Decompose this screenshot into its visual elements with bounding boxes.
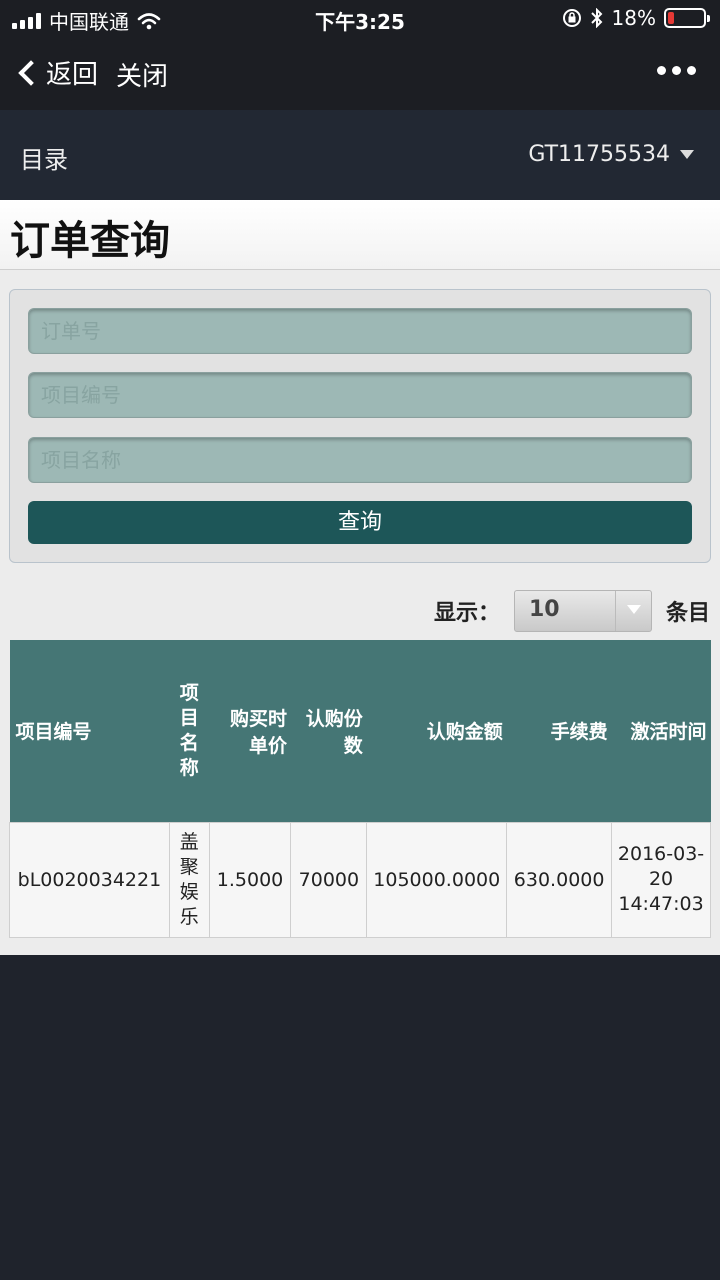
cell-amount: 105000.0000 [366, 821, 508, 938]
back-label: 返回 [46, 60, 99, 90]
col-project-name[interactable]: 项目名称 [169, 640, 210, 822]
status-right: 18% [562, 6, 710, 30]
nav-bar: 返回 关闭 [0, 36, 720, 110]
battery-level [668, 12, 674, 24]
chevron-left-icon [18, 59, 44, 86]
cell-shares: 70000 [290, 821, 368, 938]
table-header-row: 项目编号 项目名称 购买时单价 认购份数 认购金额 手续费 激活时间 [9, 640, 711, 822]
unit-label: 条目 [665, 601, 710, 626]
account-dropdown[interactable]: GT11755534 [528, 142, 694, 167]
col-fee[interactable]: 手续费 [506, 640, 612, 822]
menu-button[interactable]: 目录 [20, 140, 68, 175]
page-size-value: 10 [528, 597, 560, 622]
select-caret-icon [614, 591, 651, 631]
page-size-select[interactable]: 10 [513, 590, 652, 632]
account-id: GT11755534 [528, 142, 670, 167]
col-amount[interactable]: 认购金额 [366, 640, 507, 822]
battery-icon [664, 8, 710, 28]
query-button[interactable]: 查询 [28, 501, 692, 544]
show-label: 显示： [433, 601, 500, 626]
status-bar: 中国联通 下午3:25 18% [0, 0, 720, 36]
order-number-input[interactable] [28, 308, 692, 354]
rotation-lock-icon [562, 9, 581, 27]
bluetooth-icon [590, 8, 602, 28]
app-header: 目录 GT11755534 [0, 110, 720, 200]
project-name-input[interactable] [28, 437, 692, 483]
battery-percent: 18% [611, 6, 656, 30]
caret-down-icon [680, 150, 694, 159]
search-form: 查询 [9, 289, 711, 563]
col-project-code[interactable]: 项目编号 [9, 640, 170, 822]
project-code-input[interactable] [28, 372, 692, 418]
col-shares[interactable]: 认购份数 [290, 640, 367, 822]
cell-fee: 630.0000 [506, 821, 613, 938]
col-unit-price[interactable]: 购买时单价 [209, 640, 291, 822]
page-title: 订单查询 [10, 218, 170, 264]
main-content: 订单查询 查询 显示： 10 条目 项目编号 项目名称 购买时单价 认购份数 认… [0, 200, 720, 955]
cell-project-name: 盖聚娱乐 [168, 821, 210, 938]
more-icon[interactable] [657, 66, 696, 75]
back-button[interactable]: 返回 [16, 54, 98, 91]
orders-table: 项目编号 项目名称 购买时单价 认购份数 认购金额 手续费 激活时间 bL002… [9, 640, 711, 938]
col-activation-time[interactable]: 激活时间 [611, 640, 711, 822]
cell-activation-time: 2016-03-20 14:47:03 [611, 821, 711, 938]
cell-unit-price: 1.5000 [208, 821, 292, 938]
page-size-control: 显示： 10 条目 [434, 590, 710, 632]
cell-project-code: bL0020034221 [9, 821, 170, 938]
close-button[interactable]: 关闭 [116, 56, 168, 93]
title-bar: 订单查询 [0, 200, 720, 270]
table-row: bL0020034221 盖聚娱乐 1.5000 70000 105000.00… [9, 821, 711, 938]
